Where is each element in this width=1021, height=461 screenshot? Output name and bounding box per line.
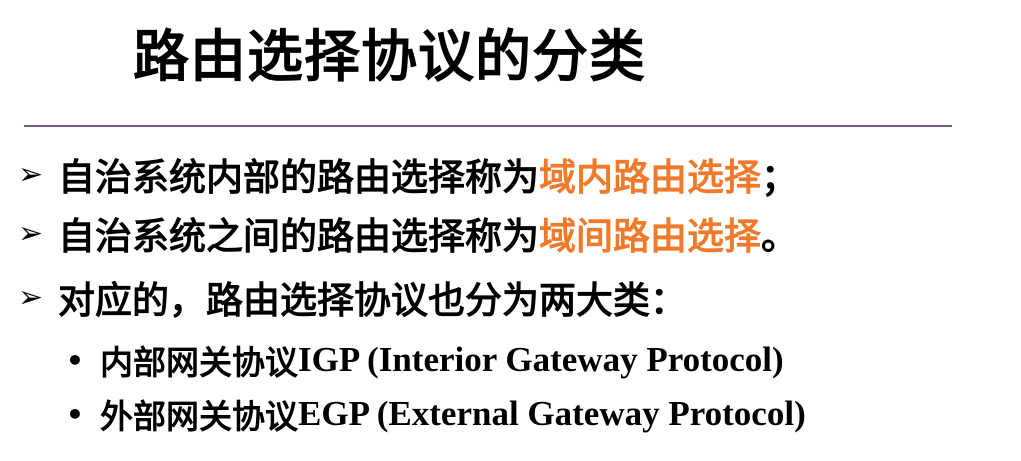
arrow-bullet-icon: ➢	[18, 215, 44, 251]
dot-bullet-icon: •	[66, 397, 84, 431]
bullet-item-intra-domain: ➢ 自治系统内部的路由选择称为 域内路由选择 ；	[18, 148, 798, 200]
bullet-highlight: 域内路由选择	[539, 156, 761, 199]
bullet-highlight: 域间路由选择	[539, 215, 761, 258]
bullet-punctuation: ；	[761, 156, 798, 199]
arrow-bullet-icon: ➢	[18, 156, 44, 192]
arrow-bullet-icon: ➢	[18, 279, 44, 315]
sub-bullet-en-text: EGP (External Gateway Protocol)	[298, 394, 806, 433]
sub-bullet-igp: • 内部网关协议 IGP (Interior Gateway Protocol)	[66, 337, 784, 383]
bullet-item-two-classes: ➢ 对应的，路由选择协议也分为两大类：	[18, 271, 687, 323]
sub-bullet-en-text: IGP (Interior Gateway Protocol)	[298, 340, 784, 379]
title-divider	[24, 125, 952, 127]
sub-bullet-egp: • 外部网关协议 EGP (External Gateway Protocol)	[66, 391, 806, 437]
bullet-text: 对应的，路由选择协议也分为两大类：	[58, 279, 687, 322]
sub-bullet-cn-text: 内部网关协议	[100, 343, 298, 382]
sub-bullet-cn-text: 外部网关协议	[100, 397, 298, 436]
slide-title: 路由选择协议的分类	[133, 25, 646, 90]
dot-bullet-icon: •	[66, 343, 84, 377]
bullet-text: 自治系统之间的路由选择称为	[58, 215, 539, 258]
bullet-text: 自治系统内部的路由选择称为	[58, 156, 539, 199]
bullet-item-inter-domain: ➢ 自治系统之间的路由选择称为 域间路由选择 。	[18, 207, 798, 259]
bullet-punctuation: 。	[761, 215, 798, 258]
